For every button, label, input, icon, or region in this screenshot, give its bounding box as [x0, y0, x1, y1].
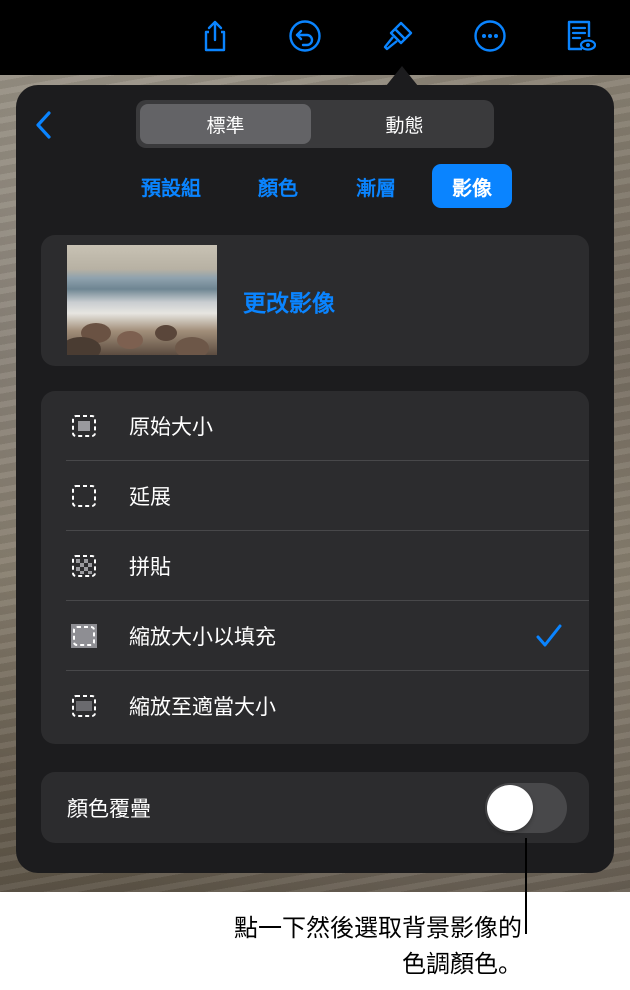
tile-icon	[72, 555, 96, 577]
image-card: 更改影像	[41, 235, 589, 366]
format-button[interactable]	[376, 14, 420, 58]
scale-to-fill-icon	[71, 624, 97, 648]
image-scale-options: 原始大小 延展 拼貼 縮放大小以填充 縮放至適當大小	[41, 391, 589, 744]
tab-presets[interactable]: 預設組	[128, 164, 214, 208]
tab-gradient[interactable]: 漸層	[343, 164, 409, 208]
callout-text: 點一下然後選取背景影像的 色調顏色。	[234, 910, 522, 982]
option-scale-to-fill[interactable]: 縮放大小以填充	[41, 601, 589, 671]
back-button[interactable]	[28, 107, 58, 143]
format-brush-icon	[383, 21, 413, 51]
format-popover: 標準 動態 預設組 顏色 漸層 影像 更改影像 原始大小 延展 拼貼 縮放大小以…	[16, 85, 614, 873]
option-label: 原始大小	[129, 415, 213, 439]
reader-view-button[interactable]	[557, 14, 601, 58]
callout-line-1: 點一下然後選取背景影像的	[234, 914, 522, 942]
change-image-button[interactable]: 更改影像	[243, 235, 335, 366]
more-button[interactable]	[468, 14, 512, 58]
callout-line-2: 色調顏色。	[402, 950, 522, 978]
undo-button[interactable]	[283, 14, 327, 58]
tab-color[interactable]: 顏色	[245, 164, 311, 208]
fill-type-tabs: 預設組 顏色 漸層 影像	[16, 164, 614, 208]
option-tile[interactable]: 拼貼	[41, 531, 589, 601]
option-label: 縮放至適當大小	[129, 695, 276, 719]
share-icon	[204, 20, 226, 52]
option-scale-to-fit[interactable]: 縮放至適當大小	[41, 671, 589, 741]
style-segmented-control: 標準 動態	[136, 100, 494, 148]
segment-standard[interactable]: 標準	[140, 104, 311, 144]
chevron-left-icon	[36, 111, 51, 139]
color-overlay-row: 顏色覆疊	[41, 772, 589, 843]
undo-icon	[289, 20, 321, 52]
callout-line	[525, 838, 527, 934]
toggle-knob	[487, 785, 533, 831]
stretch-icon	[72, 485, 96, 507]
reader-view-icon	[567, 20, 596, 51]
top-toolbar	[0, 0, 630, 75]
option-label: 拼貼	[129, 555, 171, 579]
scale-to-fit-icon	[72, 695, 96, 717]
checkmark-icon	[536, 624, 562, 647]
more-icon	[474, 20, 506, 52]
image-thumbnail[interactable]	[67, 245, 217, 355]
popover-arrow	[386, 66, 418, 86]
original-size-icon	[72, 415, 96, 437]
segment-dynamic[interactable]: 動態	[319, 104, 490, 144]
tab-image[interactable]: 影像	[432, 164, 512, 208]
option-label: 延展	[129, 485, 171, 509]
color-overlay-toggle[interactable]	[485, 783, 567, 833]
option-label: 縮放大小以填充	[129, 625, 276, 649]
option-original-size[interactable]: 原始大小	[41, 391, 589, 461]
color-overlay-label: 顏色覆疊	[67, 796, 151, 821]
share-button[interactable]	[193, 14, 237, 58]
option-stretch[interactable]: 延展	[41, 461, 589, 531]
